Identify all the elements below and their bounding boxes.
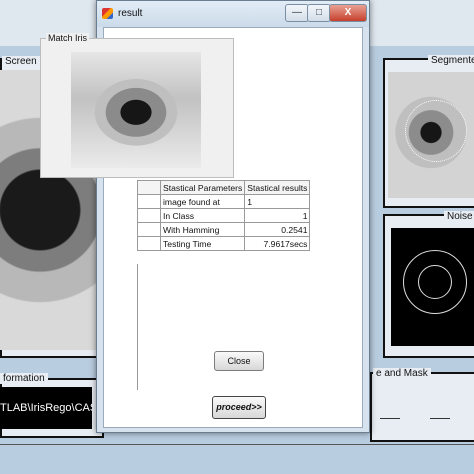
table-header-row: Stastical Parameters Stastical results (137, 180, 311, 195)
noise-ring-inner (418, 265, 452, 299)
mask-tick (430, 418, 450, 419)
segmented-panel-title: Segmente (428, 55, 474, 66)
table-empty-area (137, 264, 324, 390)
path-display: TLAB\IrisRego\CASIA (0, 387, 92, 429)
close-window-button[interactable]: X (329, 4, 367, 22)
row-header-corner (137, 180, 161, 195)
mask-tick (380, 418, 400, 419)
row-header-cell[interactable] (137, 222, 161, 237)
table-row[interactable]: Testing Time 7.9617secs (137, 236, 311, 251)
row-header-cell[interactable] (137, 208, 161, 223)
results-table: Stastical Parameters Stastical results i… (137, 180, 311, 251)
noise-panel-title: Noise (444, 211, 474, 222)
match-iris-title: Match Iris (46, 33, 90, 43)
value-cell[interactable]: 0.2541 (244, 222, 311, 237)
param-cell[interactable]: Testing Time (159, 236, 246, 251)
segmentation-circle (405, 100, 467, 162)
screen-panel-title: Screen (2, 56, 40, 67)
row-header-cell[interactable] (137, 194, 161, 209)
param-cell[interactable]: In Class (159, 208, 246, 223)
maximize-button[interactable]: □ (307, 4, 331, 22)
param-cell[interactable]: With Hamming (159, 222, 246, 237)
minimize-button[interactable]: — (285, 4, 309, 22)
table-row[interactable]: With Hamming 0.2541 (137, 222, 311, 237)
bottom-divider (0, 444, 474, 445)
proceed-button[interactable]: proceed>> (212, 396, 266, 419)
close-button[interactable]: Close (214, 351, 264, 371)
matlab-icon (102, 8, 113, 19)
param-cell[interactable]: image found at (159, 194, 246, 209)
dialog-title: result (118, 8, 143, 19)
value-cell[interactable]: 1 (244, 208, 311, 223)
column-header-params: Stastical Parameters (159, 180, 246, 195)
mask-panel-title: e and Mask (373, 368, 431, 379)
information-panel-title: formation (0, 373, 48, 384)
table-row[interactable]: In Class 1 (137, 208, 311, 223)
value-cell[interactable]: 7.9617secs (244, 236, 311, 251)
value-cell[interactable]: 1 (244, 194, 311, 209)
noise-image (391, 228, 474, 346)
matched-iris-image (71, 52, 201, 168)
mask-panel (370, 372, 474, 442)
column-header-results: Stastical results (244, 180, 311, 195)
row-header-cell[interactable] (137, 236, 161, 251)
table-row[interactable]: image found at 1 (137, 194, 311, 209)
